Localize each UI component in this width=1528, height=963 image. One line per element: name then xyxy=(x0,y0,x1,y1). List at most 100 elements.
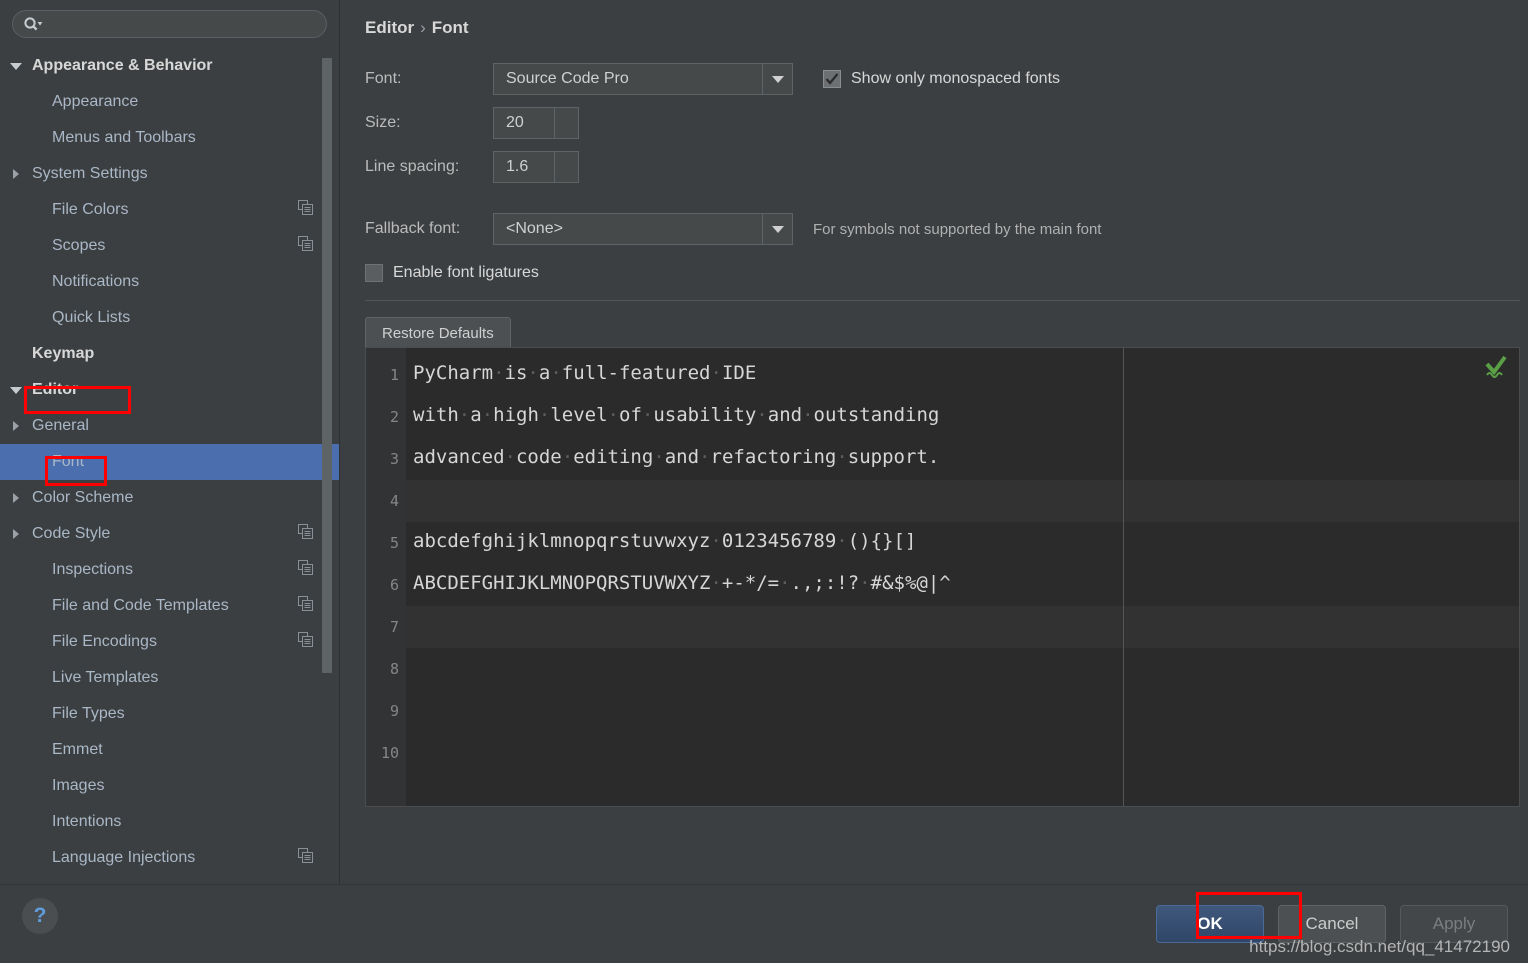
preview-line-text: ABCDEFGHIJKLMNOPQRSTUVWXYZ·+-*/=·.,;:!?·… xyxy=(413,572,951,594)
sidebar-item-label: File and Code Templates xyxy=(52,597,229,614)
preview-line-text: advanced·code·editing·and·refactoring·su… xyxy=(413,446,940,468)
sidebar-item-file-encodings[interactable]: File Encodings xyxy=(0,624,339,660)
preview-line-number: 9 xyxy=(389,702,399,720)
sidebar-item-file-colors[interactable]: File Colors xyxy=(0,192,339,228)
sidebar-item-notifications[interactable]: Notifications xyxy=(0,264,339,300)
preview-line-number: 1 xyxy=(389,366,399,384)
sidebar-item-label: Inspections xyxy=(52,561,133,578)
monospaced-checkbox[interactable] xyxy=(823,70,841,88)
line-spacing-spinner[interactable]: 1.6 xyxy=(493,151,579,183)
sidebar-item-scopes[interactable]: Scopes xyxy=(0,228,339,264)
chevron-right-icon[interactable] xyxy=(6,421,26,431)
sidebar-item-keymap[interactable]: Keymap xyxy=(0,336,339,372)
restore-defaults-button[interactable]: Restore Defaults xyxy=(365,317,511,350)
sidebar-item-file-and-code-templates[interactable]: File and Code Templates xyxy=(0,588,339,624)
sidebar-scrollbar-thumb[interactable] xyxy=(322,58,332,673)
sidebar-item-images[interactable]: Images xyxy=(0,768,339,804)
sidebar-item-editor[interactable]: Editor xyxy=(0,372,339,408)
sidebar-item-color-scheme[interactable]: Color Scheme xyxy=(0,480,339,516)
sidebar-item-appearance[interactable]: Appearance xyxy=(0,84,339,120)
sidebar-item-language-injections[interactable]: Language Injections xyxy=(0,840,339,876)
settings-sidebar: Appearance & Behavior Appearance Menus and… xyxy=(0,0,340,884)
copy-settings-icon[interactable] xyxy=(298,200,313,220)
sidebar-item-intentions[interactable]: Intentions xyxy=(0,804,339,840)
ligatures-label: Enable font ligatures xyxy=(393,264,539,281)
sidebar-item-label: File Types xyxy=(52,705,125,722)
chevron-right-icon[interactable] xyxy=(6,529,26,539)
font-family-value: Source Code Pro xyxy=(506,70,629,87)
preview-line-band xyxy=(366,480,1519,522)
ligatures-checkbox[interactable] xyxy=(365,264,383,282)
sidebar-item-code-style[interactable]: Code Style xyxy=(0,516,339,552)
copy-settings-icon[interactable] xyxy=(298,632,313,652)
monospaced-checkbox-row[interactable]: Show only monospaced fonts xyxy=(823,70,1060,88)
chevron-down-icon xyxy=(771,75,784,83)
fallback-font-label: Fallback font: xyxy=(365,220,461,237)
font-size-stepper[interactable] xyxy=(554,108,578,138)
preview-line-number: 5 xyxy=(389,534,399,552)
help-button[interactable]: ? xyxy=(22,898,58,934)
breadcrumb-parent[interactable]: Editor xyxy=(365,18,414,37)
breadcrumb: Editor › Font xyxy=(365,18,469,38)
font-preview-editor[interactable]: 1 PyCharm·is·a·full-featured·IDE 2 with·a·h… xyxy=(365,347,1520,807)
preview-line-band xyxy=(366,690,1519,732)
font-size-spinner[interactable]: 20 xyxy=(493,107,579,139)
chevron-down-icon xyxy=(771,225,784,233)
sidebar-item-label: Intentions xyxy=(52,813,122,830)
sidebar-item-quick-lists[interactable]: Quick Lists xyxy=(0,300,339,336)
preview-line-number: 2 xyxy=(389,408,399,426)
sidebar-item-label: Menus and Toolbars xyxy=(52,129,196,146)
font-family-combobox[interactable]: Source Code Pro xyxy=(493,63,793,95)
fallback-font-combobox[interactable]: <None> xyxy=(493,213,793,245)
copy-settings-icon[interactable] xyxy=(298,560,313,580)
font-size-value[interactable]: 20 xyxy=(494,114,554,132)
fallback-font-dropdown-button[interactable] xyxy=(762,214,792,244)
chevron-right-icon[interactable] xyxy=(6,169,26,179)
sidebar-item-live-templates[interactable]: Live Templates xyxy=(0,660,339,696)
settings-search-box[interactable] xyxy=(12,10,327,38)
preview-line-number: 4 xyxy=(389,492,399,510)
ligatures-checkbox-row[interactable]: Enable font ligatures xyxy=(365,264,1525,282)
line-spacing-value[interactable]: 1.6 xyxy=(494,158,554,176)
right-margin-guide xyxy=(1123,348,1124,806)
line-spacing-row: Line spacing: 1.6 xyxy=(365,148,1525,186)
breadcrumb-current: Font xyxy=(431,18,469,37)
line-spacing-stepper[interactable] xyxy=(554,152,578,182)
font-label: Font: xyxy=(365,70,402,87)
sidebar-item-label: Keymap xyxy=(32,345,95,362)
sidebar-item-system-settings[interactable]: System Settings xyxy=(0,156,339,192)
sidebar-item-label: Editor xyxy=(32,381,79,398)
inspection-ok-icon[interactable] xyxy=(1483,354,1509,385)
sidebar-item-label: Images xyxy=(52,777,105,794)
sidebar-item-label: Color Scheme xyxy=(32,489,134,506)
copy-settings-icon[interactable] xyxy=(298,236,313,256)
search-icon xyxy=(23,16,43,32)
preview-line-band xyxy=(366,732,1519,774)
copy-settings-icon[interactable] xyxy=(298,524,313,544)
chevron-down-icon[interactable] xyxy=(6,386,26,394)
preview-line-text: PyCharm·is·a·full-featured·IDE xyxy=(413,362,757,384)
search-input[interactable] xyxy=(47,16,316,32)
copy-settings-icon[interactable] xyxy=(298,848,313,868)
sidebar-item-font[interactable]: Font xyxy=(0,444,339,480)
sidebar-item-label: Quick Lists xyxy=(52,309,131,326)
sidebar-item-appearance-behavior[interactable]: Appearance & Behavior xyxy=(0,48,339,84)
settings-tree[interactable]: Appearance & Behavior Appearance Menus and… xyxy=(0,48,339,876)
ok-button[interactable]: OK xyxy=(1156,905,1264,943)
sidebar-item-file-types[interactable]: File Types xyxy=(0,696,339,732)
size-label: Size: xyxy=(365,114,401,131)
settings-dialog: Appearance & Behavior Appearance Menus and… xyxy=(0,0,1528,963)
sidebar-item-label: File Encodings xyxy=(52,633,157,650)
copy-settings-icon[interactable] xyxy=(298,596,313,616)
sidebar-item-general[interactable]: General xyxy=(0,408,339,444)
sidebar-item-emmet[interactable]: Emmet xyxy=(0,732,339,768)
sidebar-item-label: File Colors xyxy=(52,201,129,218)
font-family-dropdown-button[interactable] xyxy=(762,64,792,94)
preview-line-text: with·a·high·level·of·usability·and·outst… xyxy=(413,404,940,426)
sidebar-item-inspections[interactable]: Inspections xyxy=(0,552,339,588)
sidebar-item-label: System Settings xyxy=(32,165,148,182)
form-divider xyxy=(365,300,1520,301)
chevron-right-icon[interactable] xyxy=(6,493,26,503)
sidebar-item-menus-and-toolbars[interactable]: Menus and Toolbars xyxy=(0,120,339,156)
chevron-down-icon[interactable] xyxy=(6,62,26,70)
